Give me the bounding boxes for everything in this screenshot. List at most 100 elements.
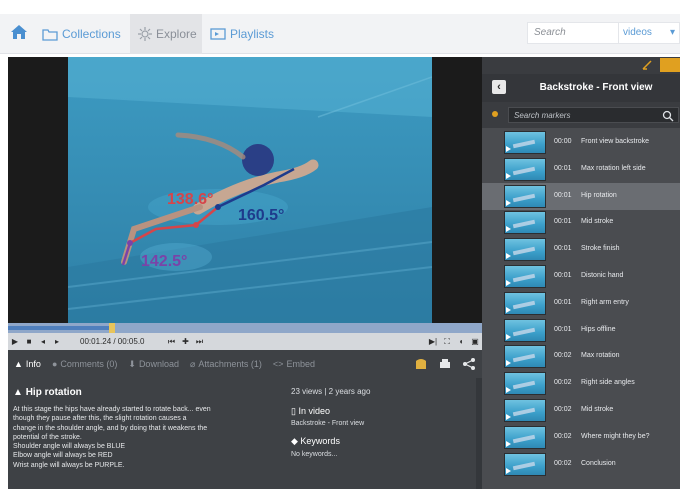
marker-label: Distonic hand — [581, 272, 624, 279]
tab-download-label: Download — [138, 359, 179, 369]
marker-label: Right arm entry — [581, 298, 629, 306]
next-marker-icon[interactable]: ⏭ — [193, 333, 207, 350]
play-icon — [506, 306, 511, 313]
swimmer-shape — [512, 139, 536, 149]
marker-description: At this stage the hips have already star… — [13, 405, 281, 470]
step-forward-icon[interactable]: ▸ — [50, 333, 64, 350]
play-icon — [506, 387, 511, 394]
slow-motion-icon[interactable]: ▶| — [426, 333, 440, 350]
progress-handle[interactable] — [109, 323, 116, 333]
marker-label: Conclusion — [581, 459, 616, 467]
nav-playlists[interactable]: Playlists — [210, 14, 274, 54]
marker-item[interactable]: 00:02 Conclusion — [482, 451, 680, 478]
marker-label: Front view backstroke — [581, 138, 650, 145]
in-video-link[interactable]: Backstroke - Front view — [291, 420, 364, 427]
tab-embed[interactable]: <> Embed — [273, 359, 315, 369]
marker-label: Right side angles — [581, 379, 635, 387]
marker-item[interactable]: 00:02 Where might they be? — [482, 424, 680, 451]
tab-attachments-label: Attachments (1) — [198, 359, 262, 369]
marker-item[interactable]: 00:01 Max rotation left side — [482, 156, 680, 183]
marker-thumbnail — [504, 452, 546, 476]
tab-info[interactable]: ▲ Info — [14, 359, 41, 369]
marker-item[interactable]: 00:01 Mid stroke — [482, 209, 680, 236]
search-scope-label: videos — [623, 27, 652, 38]
wrist-angle-label: 142.5° — [141, 253, 188, 270]
marker-item[interactable]: 00:02 Right side angles — [482, 370, 680, 397]
marker-item[interactable]: 00:01 Hip rotation — [482, 182, 680, 210]
marker-time: 00:00 — [554, 138, 572, 145]
play-icon — [506, 146, 511, 152]
timecode: 00:01.24 / 00:05.0 — [80, 337, 145, 346]
compass-icon — [138, 27, 152, 41]
nav-collections[interactable]: Collections — [42, 14, 121, 54]
play-icon — [506, 360, 511, 367]
playlist-icon — [210, 28, 226, 40]
tab-attachments[interactable]: ⌀ Attachments (1) — [190, 359, 262, 370]
tab-download[interactable]: ⬇ Download — [128, 359, 179, 370]
marker-time: 00:01 — [554, 325, 572, 333]
description-line: though they pause after this, the slight… — [13, 415, 187, 423]
play-icon[interactable]: ▶ — [8, 333, 22, 350]
print-icon[interactable] — [438, 357, 452, 371]
marker-label: Where might they be? — [581, 432, 650, 440]
add-to-playlist-icon[interactable] — [414, 357, 428, 371]
add-marker-icon[interactable]: ✚ — [179, 333, 193, 350]
volume-icon[interactable]: ◖ — [454, 333, 468, 350]
marker-item[interactable]: 00:01 Right arm entry — [482, 290, 680, 317]
swimmer-shape — [512, 166, 536, 176]
settings-icon[interactable]: ▣ — [468, 333, 482, 350]
tab-comments[interactable]: ● Comments (0) — [52, 359, 117, 369]
home-icon[interactable] — [8, 20, 30, 44]
marker-item[interactable]: 00:01 Stroke finish — [482, 236, 680, 263]
folder-icon — [42, 27, 58, 41]
marker-thumbnail — [504, 157, 546, 181]
video-player[interactable]: 138.6° 160.5° 142.5° — [8, 57, 482, 323]
marker-search-input[interactable]: Search markers — [508, 107, 679, 123]
step-back-icon[interactable]: ◂ — [36, 333, 50, 350]
marker-label: Max rotation — [581, 352, 620, 360]
nav-explore[interactable]: Explore — [130, 14, 202, 54]
swimmer-shape — [512, 434, 536, 444]
video-progress-bar[interactable] — [8, 323, 482, 333]
elbow-angle-label: 138.6° — [167, 191, 214, 208]
play-icon — [506, 467, 511, 474]
nav-explore-label: Explore — [156, 27, 197, 41]
code-icon: <> — [272, 359, 284, 369]
play-icon — [506, 414, 511, 420]
marker-time: 00:02 — [554, 432, 572, 440]
markers-toggle-icon[interactable] — [660, 58, 680, 72]
marker-item[interactable]: 00:02 Mid stroke — [482, 397, 680, 424]
search-scope-select[interactable]: videos ▾ — [619, 22, 680, 44]
swimmer-shape — [512, 246, 536, 256]
panel-title: Backstroke - Front view — [539, 82, 653, 93]
play-icon — [506, 226, 511, 233]
tab-info-label: Info — [25, 359, 41, 369]
stop-icon[interactable]: ■ — [22, 333, 36, 350]
marker-time: 00:02 — [554, 379, 572, 387]
search-input[interactable]: Search — [527, 22, 619, 44]
marker-item[interactable]: 00:01 Distonic hand — [482, 263, 680, 290]
info-panel: ▲ Hip rotation At this stage the hips ha… — [8, 378, 482, 489]
description-line: Elbow angle will always be RED — [13, 452, 113, 460]
nav-playlists-label: Playlists — [230, 27, 275, 41]
marker-item[interactable]: 00:01 Hips offline — [482, 317, 680, 344]
marker-item[interactable]: 00:02 Max rotation — [482, 343, 680, 370]
download-icon: ⬇ — [128, 358, 136, 369]
play-icon — [506, 280, 511, 286]
draw-tool-icon[interactable] — [640, 58, 654, 72]
share-icon[interactable] — [462, 357, 476, 371]
marker-time: 00:02 — [554, 406, 572, 413]
play-icon — [506, 333, 511, 340]
search-icon[interactable] — [662, 109, 674, 122]
play-icon — [506, 172, 511, 179]
marker-item[interactable]: 00:00 Front view backstroke — [482, 129, 680, 156]
previous-marker-icon[interactable]: ⏮ — [165, 333, 179, 350]
swimmer-shape — [512, 300, 536, 310]
swimmer-shape — [512, 380, 536, 390]
fullscreen-icon[interactable]: ⛶ — [440, 333, 454, 350]
marker-thumbnail — [504, 425, 546, 449]
video-frame: 138.6° 160.5° 142.5° — [68, 57, 432, 323]
marker-title: ▲ Hip rotation — [13, 387, 82, 398]
back-button[interactable]: ‹ — [492, 80, 506, 94]
triangle-up-icon: ▲ — [13, 387, 26, 398]
